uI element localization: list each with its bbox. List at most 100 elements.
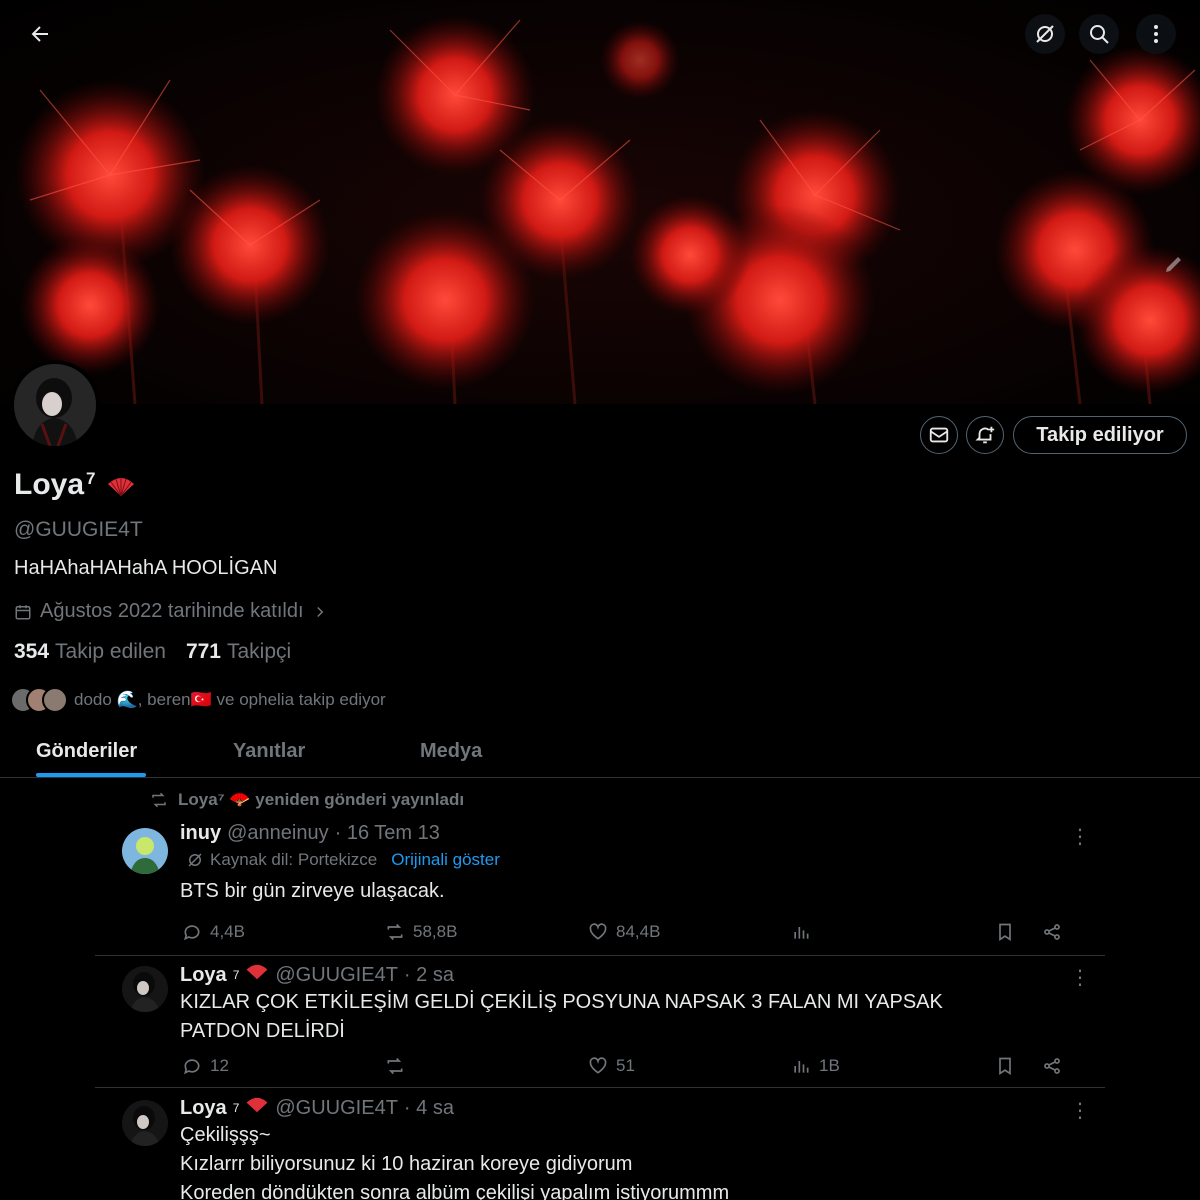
reply-button[interactable]: 4,4B bbox=[182, 922, 245, 942]
post-author-handle[interactable]: @anneinuy bbox=[227, 822, 328, 845]
tab-replies[interactable]: Yanıtlar bbox=[233, 740, 305, 763]
banner-flowers-image bbox=[15, 15, 1200, 404]
back-button[interactable] bbox=[20, 14, 60, 54]
post-author-avatar[interactable] bbox=[122, 966, 168, 1012]
post-time[interactable]: · 2 sa bbox=[404, 964, 454, 987]
heart-icon bbox=[589, 1057, 607, 1074]
post-header: Loya 7 @GUUGIE4T · 2 sa bbox=[180, 963, 454, 987]
like-button[interactable]: 51 bbox=[588, 1056, 635, 1076]
profile-name: Loya 7 bbox=[14, 468, 136, 506]
share-icon bbox=[1044, 1058, 1060, 1074]
chevron-right-icon bbox=[316, 606, 323, 617]
fan-icon bbox=[245, 1096, 269, 1120]
repost-count: 58,8B bbox=[413, 922, 458, 941]
profile-bio: HaHAhaHAHahA HOOLİGAN bbox=[14, 557, 278, 579]
mutual-avatars bbox=[10, 687, 68, 713]
post-author-name[interactable]: Loya bbox=[180, 1097, 227, 1120]
join-date-text: Ağustos 2022 tarihinde katıldı bbox=[40, 600, 304, 622]
translate-icon bbox=[188, 853, 202, 867]
mutual-avatar bbox=[42, 687, 68, 713]
post-author-avatar[interactable] bbox=[122, 828, 168, 874]
share-button[interactable] bbox=[1042, 1056, 1062, 1076]
envelope-icon bbox=[929, 427, 949, 443]
post-text: BTS bir gün zirveye ulaşacak. bbox=[180, 880, 445, 902]
repost-icon bbox=[387, 1057, 403, 1075]
arrow-left-icon bbox=[31, 26, 48, 42]
search-button[interactable] bbox=[1079, 14, 1119, 54]
profile-tabs: Gönderiler Yanıtlar Medya bbox=[0, 728, 1200, 778]
views-button[interactable] bbox=[791, 922, 811, 942]
views-button[interactable]: 1B bbox=[791, 1056, 840, 1076]
following-link[interactable]: 354 Takip edilen bbox=[14, 640, 166, 664]
post-more-button[interactable]: ⋮ bbox=[1070, 824, 1090, 849]
profile-banner[interactable] bbox=[0, 0, 1200, 404]
repost-icon bbox=[152, 792, 166, 808]
author-superscript: 7 bbox=[232, 1101, 240, 1115]
post-author-avatar[interactable] bbox=[122, 1100, 168, 1146]
post-author-name[interactable]: Loya bbox=[180, 964, 227, 987]
post-time[interactable]: · 4 sa bbox=[404, 1097, 454, 1120]
post-text-line: Koreden döndükten sonra albüm çekilişi y… bbox=[180, 1182, 730, 1200]
post-time[interactable]: · 16 Tem 13 bbox=[335, 822, 440, 845]
followers-link[interactable]: 771 Takipçi bbox=[186, 640, 291, 664]
followers-label: Takipçi bbox=[227, 640, 292, 663]
avatar-image bbox=[122, 828, 168, 874]
analytics-icon bbox=[794, 927, 809, 939]
bookmark-icon bbox=[999, 1057, 1011, 1076]
profile-avatar[interactable] bbox=[10, 360, 100, 450]
post-author-handle[interactable]: @GUUGIE4T bbox=[275, 964, 398, 987]
translation-row: Kaynak dil: Portekizce Orijinali göster bbox=[186, 850, 500, 870]
repost-button[interactable]: 58,8B bbox=[385, 922, 457, 942]
pencil-icon bbox=[1166, 257, 1181, 272]
heart-icon bbox=[589, 923, 607, 940]
post-author-handle[interactable]: @GUUGIE4T bbox=[275, 1097, 398, 1120]
show-original-link[interactable]: Orijinali göster bbox=[391, 850, 500, 870]
view-count: 1B bbox=[819, 1056, 840, 1075]
reply-count: 4,4B bbox=[210, 922, 245, 941]
repost-indicator[interactable]: Loya⁷ 🪭 yeniden gönderi yayınladı bbox=[150, 790, 464, 810]
display-name: Loya bbox=[14, 468, 85, 501]
like-button[interactable]: 84,4B bbox=[588, 922, 660, 942]
followers-count: 771 bbox=[185, 640, 221, 663]
bell-plus-icon bbox=[975, 426, 995, 444]
share-button[interactable] bbox=[1042, 922, 1062, 942]
following-button[interactable]: Takip ediliyor bbox=[1013, 416, 1187, 454]
translate-button[interactable] bbox=[1025, 14, 1065, 54]
name-superscript: 7 bbox=[86, 469, 96, 488]
repost-label: Loya⁷ 🪭 yeniden gönderi yayınladı bbox=[178, 790, 465, 809]
follow-counts: 354 Takip edilen 771 Takipçi bbox=[14, 640, 291, 664]
bookmark-button[interactable] bbox=[995, 922, 1015, 942]
more-options-button[interactable] bbox=[1136, 14, 1176, 54]
analytics-icon bbox=[794, 1061, 809, 1073]
post-text-line: KIZLAR ÇOK ETKİLEŞİM GELDİ ÇEKİLİŞ POSYU… bbox=[180, 991, 943, 1013]
profile-handle: @GUUGIE4T bbox=[14, 518, 143, 541]
post-header: Loya 7 @GUUGIE4T · 4 sa bbox=[180, 1096, 454, 1120]
followed-by-text: dodo 🌊, beren🇹🇷 ve ophelia takip ediyor bbox=[74, 690, 386, 709]
post-more-button[interactable]: ⋮ bbox=[1070, 965, 1090, 990]
post-text-line: Kızlarrr biliyorsunuz ki 10 haziran kore… bbox=[180, 1153, 633, 1175]
post-text-line: Çekilişşş~ bbox=[180, 1124, 271, 1146]
post-more-button[interactable]: ⋮ bbox=[1070, 1098, 1090, 1123]
translate-icon bbox=[1036, 25, 1054, 43]
notifications-button[interactable] bbox=[966, 416, 1004, 454]
join-date[interactable]: Ağustos 2022 tarihinde katıldı bbox=[14, 600, 328, 623]
repost-button[interactable] bbox=[385, 1056, 405, 1076]
followed-by-row[interactable]: dodo 🌊, beren🇹🇷 ve ophelia takip ediyor bbox=[10, 687, 386, 713]
avatar-image bbox=[14, 364, 96, 446]
post-divider bbox=[95, 955, 1105, 956]
tab-posts[interactable]: Gönderiler bbox=[36, 740, 137, 763]
author-superscript: 7 bbox=[232, 968, 240, 982]
more-vertical-icon bbox=[1154, 25, 1158, 43]
reply-button[interactable]: 12 bbox=[182, 1056, 229, 1076]
tab-media[interactable]: Medya bbox=[420, 740, 482, 763]
like-count: 51 bbox=[616, 1056, 635, 1075]
bookmark-button[interactable] bbox=[995, 1056, 1015, 1076]
post-author-name[interactable]: inuy bbox=[180, 822, 221, 845]
following-count: 354 bbox=[14, 640, 50, 663]
message-button[interactable] bbox=[920, 416, 958, 454]
active-tab-indicator bbox=[36, 773, 146, 777]
post-divider bbox=[95, 1087, 1105, 1088]
edit-banner-button[interactable] bbox=[1162, 252, 1186, 276]
bookmark-icon bbox=[999, 923, 1011, 942]
translation-source: Kaynak dil: Portekizce bbox=[210, 850, 378, 869]
